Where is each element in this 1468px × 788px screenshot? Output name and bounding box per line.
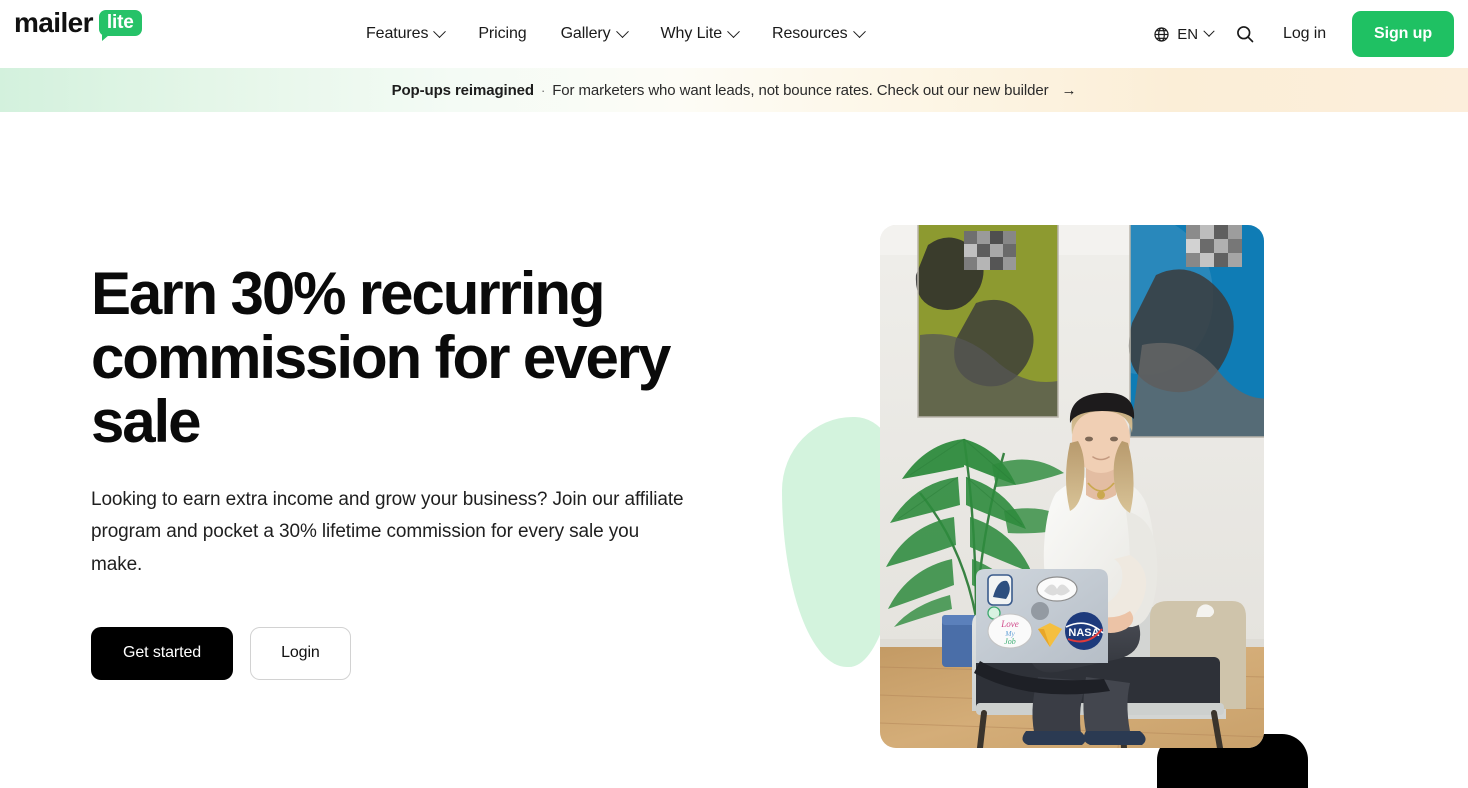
- globe-icon: [1154, 26, 1169, 42]
- chevron-down-icon: [852, 24, 866, 38]
- main-navigation: Features Pricing Gallery Why Lite Resour…: [349, 0, 881, 68]
- nav-item-why-lite[interactable]: Why Lite: [644, 17, 755, 51]
- announcement-text: For marketers who want leads, not bounce…: [552, 81, 1049, 99]
- nav-item-pricing[interactable]: Pricing: [461, 17, 543, 51]
- header-actions: EN Log in Sign up: [1143, 0, 1454, 68]
- arrow-right-icon: →: [1061, 81, 1077, 99]
- hero-subheading: Looking to earn extra income and grow yo…: [91, 488, 684, 575]
- nav-item-resources[interactable]: Resources: [755, 17, 881, 51]
- page-root: mailer lite Features Pricing Gallery Why…: [0, 0, 1468, 788]
- search-icon: [1237, 26, 1254, 43]
- mailerlite-logo[interactable]: mailer lite: [14, 7, 142, 41]
- get-started-button[interactable]: Get started: [91, 626, 234, 680]
- hero-cta-row: Get started Login: [91, 626, 711, 680]
- search-button[interactable]: [1223, 16, 1267, 52]
- nav-item-gallery[interactable]: Gallery: [544, 17, 644, 51]
- nav-label-gallery: Gallery: [560, 25, 611, 42]
- chevron-down-icon: [433, 24, 447, 38]
- hero-section: Earn 30% recurring commission for every …: [0, 112, 1468, 788]
- chevron-down-icon: [615, 24, 629, 38]
- login-link[interactable]: Log in: [1267, 17, 1342, 51]
- svg-text:Love: Love: [1000, 619, 1019, 629]
- announcement-banner-content: Pop-ups reimagined · For marketers who w…: [392, 82, 1077, 99]
- language-selector[interactable]: EN: [1143, 18, 1223, 51]
- nav-label-resources: Resources: [772, 25, 848, 42]
- hero-image: Love My Job NASA: [880, 225, 1264, 748]
- announcement-separator: ·: [540, 82, 546, 98]
- nav-label-pricing: Pricing: [478, 25, 527, 42]
- signup-button[interactable]: Sign up: [1352, 11, 1454, 57]
- announcement-title: Pop-ups reimagined: [391, 81, 534, 99]
- announcement-banner[interactable]: Pop-ups reimagined · For marketers who w…: [0, 68, 1468, 112]
- logo-lite-badge: lite: [98, 10, 142, 41]
- site-header: mailer lite Features Pricing Gallery Why…: [0, 0, 1468, 68]
- nav-label-features: Features: [366, 25, 429, 42]
- chevron-down-icon: [727, 24, 740, 38]
- nav-label-why-lite: Why Lite: [660, 25, 723, 42]
- nav-item-features[interactable]: Features: [349, 17, 461, 51]
- hero-copy: Earn 30% recurring commission for every …: [91, 260, 711, 680]
- svg-text:Job: Job: [1004, 637, 1016, 646]
- login-button[interactable]: Login: [250, 626, 351, 680]
- chevron-down-icon: [1203, 25, 1215, 37]
- language-code: EN: [1177, 25, 1199, 43]
- logo-wordmark: mailer: [14, 7, 94, 38]
- page-title: Earn 30% recurring commission for every …: [91, 260, 671, 456]
